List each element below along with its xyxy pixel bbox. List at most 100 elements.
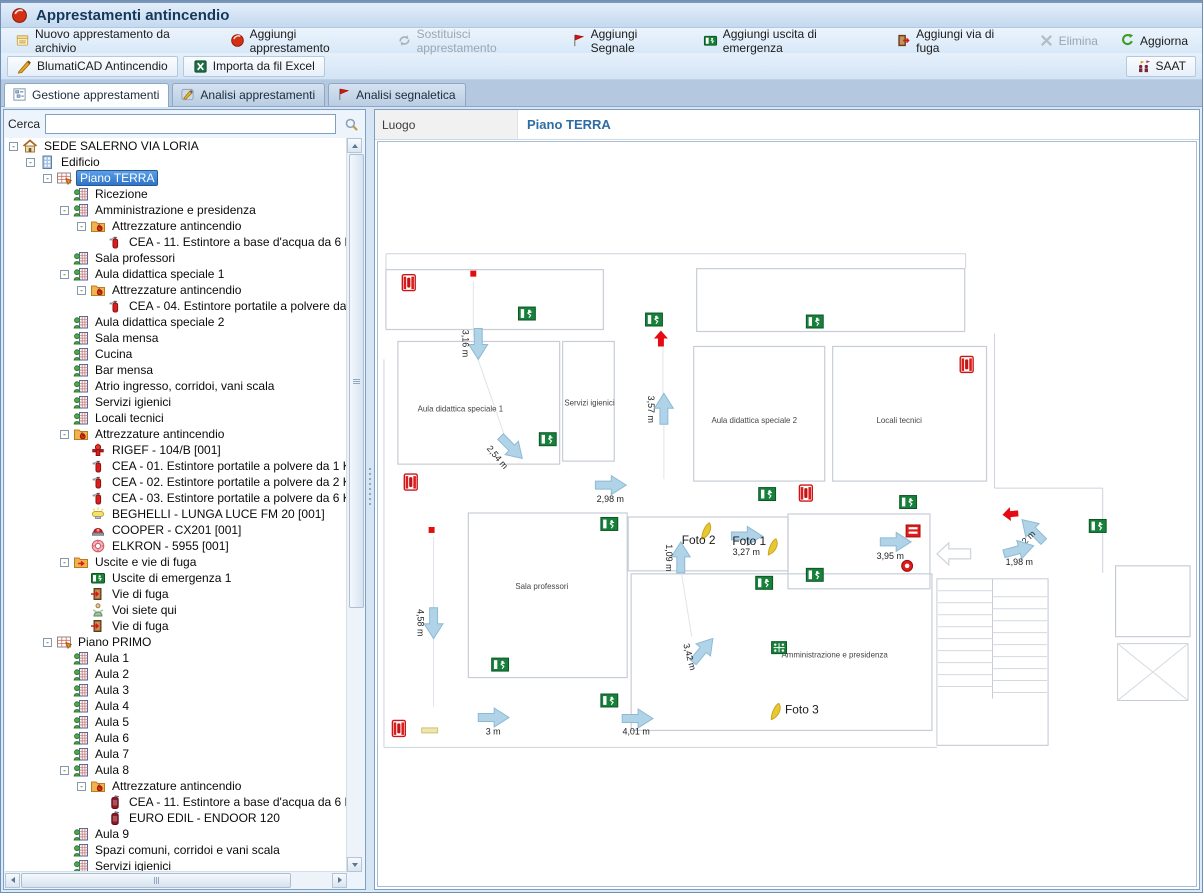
tree-item[interactable]: Servizi igienici bbox=[5, 858, 347, 872]
aggiungi-via-di-fuga-button[interactable]: Aggiungi via di fuga bbox=[888, 25, 1024, 57]
tree-item[interactable]: Atrio ingresso, corridoi, vani scala bbox=[5, 378, 347, 394]
plan-exit-icon[interactable] bbox=[539, 433, 556, 446]
tree-collapse-icon[interactable]: - bbox=[43, 638, 52, 647]
tree-item[interactable]: CEA - 03. Estintore portatile a polvere … bbox=[5, 490, 347, 506]
tree-item[interactable]: CEA - 01. Estintore portatile a polvere … bbox=[5, 458, 347, 474]
tree-collapse-icon[interactable]: - bbox=[77, 782, 86, 791]
tree-item[interactable]: Sala professori bbox=[5, 250, 347, 266]
plan-extinguisher-icon[interactable] bbox=[960, 356, 973, 372]
sostituisci-apprestamento-button[interactable]: Sostituisci apprestamento bbox=[389, 25, 557, 57]
tree-item[interactable]: -Aula 8 bbox=[5, 762, 347, 778]
plan-extinguisher-icon[interactable] bbox=[392, 720, 405, 736]
tree-collapse-icon[interactable]: - bbox=[77, 286, 86, 295]
plan-exit-icon[interactable] bbox=[518, 307, 535, 320]
tree-item[interactable]: Aula didattica speciale 2 bbox=[5, 314, 347, 330]
tree-item[interactable]: RIGEF - 104/B [001] bbox=[5, 442, 347, 458]
tree-item[interactable]: -Attrezzature antincendio bbox=[5, 218, 347, 234]
horizontal-scroll-thumb[interactable] bbox=[21, 873, 291, 888]
tree-item[interactable]: Aula 3 bbox=[5, 682, 347, 698]
tree-item[interactable]: Spazi comuni, corridoi e vani scala bbox=[5, 842, 347, 858]
plan-extinguisher-icon[interactable] bbox=[799, 485, 812, 501]
plan-exit-icon[interactable] bbox=[806, 568, 823, 581]
plan-exit-icon[interactable] bbox=[806, 315, 823, 328]
plan-exit-icon[interactable] bbox=[759, 488, 776, 501]
tree-item[interactable]: CEA - 11. Estintore a base d'acqua da 6 … bbox=[5, 234, 347, 250]
tree-item[interactable]: Aula 4 bbox=[5, 698, 347, 714]
elimina-button[interactable]: Elimina bbox=[1031, 31, 1106, 50]
tab-analisi-apprestamenti[interactable]: Analisi apprestamenti bbox=[172, 83, 325, 106]
tree-collapse-icon[interactable]: - bbox=[60, 270, 69, 279]
search-input[interactable] bbox=[45, 114, 336, 134]
plan-assembly-icon[interactable] bbox=[772, 642, 787, 654]
aggiungi-uscita-di-emergenza-button[interactable]: Aggiungi uscita di emergenza bbox=[695, 25, 882, 57]
tree-item[interactable]: -Attrezzature antincendio bbox=[5, 426, 347, 442]
aggiungi-segnale-button[interactable]: Aggiungi Segnale bbox=[563, 25, 689, 57]
tree-collapse-icon[interactable]: - bbox=[60, 430, 69, 439]
tree-item[interactable]: BEGHELLI - LUNGA LUCE FM 20 [001] bbox=[5, 506, 347, 522]
tree-item[interactable]: CEA - 11. Estintore a base d'acqua da 6 … bbox=[5, 794, 347, 810]
tree-item[interactable]: Servizi igienici bbox=[5, 394, 347, 410]
plan-redsquare-icon[interactable] bbox=[429, 527, 435, 533]
tree-item[interactable]: CEA - 02. Estintore portatile a polvere … bbox=[5, 474, 347, 490]
plan-firesign-icon[interactable] bbox=[906, 525, 920, 537]
tab-gestione-apprestamenti[interactable]: Gestione apprestamenti bbox=[4, 83, 169, 107]
tree-collapse-icon[interactable]: - bbox=[60, 766, 69, 775]
tree-item[interactable]: ELKRON - 5955 [001] bbox=[5, 538, 347, 554]
tree-item[interactable]: Sala mensa bbox=[5, 330, 347, 346]
tree-collapse-icon[interactable]: - bbox=[43, 174, 52, 183]
tree-item[interactable]: Aula 7 bbox=[5, 746, 347, 762]
plan-extinguisher-icon[interactable] bbox=[404, 474, 417, 490]
tree-item[interactable]: Aula 9 bbox=[5, 826, 347, 842]
scroll-left-icon[interactable] bbox=[5, 873, 20, 888]
panel-splitter[interactable] bbox=[366, 109, 374, 890]
scroll-down-icon[interactable] bbox=[347, 857, 362, 872]
plan-redsquare-icon[interactable] bbox=[470, 271, 476, 277]
tree-item[interactable]: -Amministrazione e presidenza bbox=[5, 202, 347, 218]
plan-exit-icon[interactable] bbox=[601, 694, 618, 707]
tree-collapse-icon[interactable]: - bbox=[9, 142, 18, 151]
vertical-scroll-thumb[interactable] bbox=[349, 154, 364, 608]
tree-vertical-scrollbar[interactable] bbox=[346, 138, 364, 872]
plan-siren-icon[interactable] bbox=[902, 560, 913, 571]
tree-item[interactable]: Aula 2 bbox=[5, 666, 347, 682]
aggiungi-apprestamento-button[interactable]: Aggiungi apprestamento bbox=[222, 25, 383, 57]
tree-item[interactable]: Locali tecnici bbox=[5, 410, 347, 426]
plan-exit-icon[interactable] bbox=[756, 576, 773, 589]
tree-item[interactable]: Aula 1 bbox=[5, 650, 347, 666]
tree-item[interactable]: Ricezione bbox=[5, 186, 347, 202]
tree-item[interactable]: Vie di fuga bbox=[5, 618, 347, 634]
scroll-right-icon[interactable] bbox=[332, 873, 347, 888]
tree-collapse-icon[interactable]: - bbox=[60, 206, 69, 215]
tree-item[interactable]: Voi siete qui bbox=[5, 602, 347, 618]
plan-exit-icon[interactable] bbox=[601, 517, 618, 530]
tree-horizontal-scrollbar[interactable] bbox=[5, 871, 347, 888]
tree-item[interactable]: -Edificio bbox=[5, 154, 347, 170]
tree-item[interactable]: -Attrezzature antincendio bbox=[5, 282, 347, 298]
tree-item[interactable]: -Piano TERRA bbox=[5, 170, 347, 186]
tree-collapse-icon[interactable]: - bbox=[77, 222, 86, 231]
tree-collapse-icon[interactable]: - bbox=[26, 158, 35, 167]
plan-yellowdash-icon[interactable] bbox=[422, 728, 438, 733]
plan-exit-icon[interactable] bbox=[1089, 519, 1106, 532]
tree-collapse-icon[interactable]: - bbox=[60, 558, 69, 567]
plan-exit-icon[interactable] bbox=[492, 658, 509, 671]
tree-item[interactable]: Uscite di emergenza 1 bbox=[5, 570, 347, 586]
tree-item[interactable]: -Aula didattica speciale 1 bbox=[5, 266, 347, 282]
scroll-up-icon[interactable] bbox=[347, 138, 362, 153]
tree-item[interactable]: CEA - 04. Estintore portatile a polvere … bbox=[5, 298, 347, 314]
blumaticad-antincendio-button[interactable]: BlumatiCAD Antincendio bbox=[7, 56, 178, 77]
tree-item[interactable]: Aula 5 bbox=[5, 714, 347, 730]
aggiorna-button[interactable]: Aggiorna bbox=[1112, 31, 1196, 50]
tree-item[interactable]: Cucina bbox=[5, 346, 347, 362]
importa-da-fil-excel-button[interactable]: Importa da fil Excel bbox=[183, 56, 325, 77]
tree-item[interactable]: -Piano PRIMO bbox=[5, 634, 347, 650]
tree-item[interactable]: -SEDE SALERNO VIA LORIA bbox=[5, 138, 347, 154]
tree-item[interactable]: -Attrezzature antincendio bbox=[5, 778, 347, 794]
plan-extinguisher-icon[interactable] bbox=[402, 275, 415, 291]
plan-exit-icon[interactable] bbox=[900, 496, 917, 509]
tree-item[interactable]: Bar mensa bbox=[5, 362, 347, 378]
tree-item[interactable]: -Uscite e vie di fuga bbox=[5, 554, 347, 570]
search-icon[interactable] bbox=[341, 114, 361, 134]
nuovo-apprestamento-da-archivio-button[interactable]: Nuovo apprestamento da archivio bbox=[7, 25, 216, 57]
tab-analisi-segnaletica[interactable]: Analisi segnaletica bbox=[328, 83, 465, 106]
